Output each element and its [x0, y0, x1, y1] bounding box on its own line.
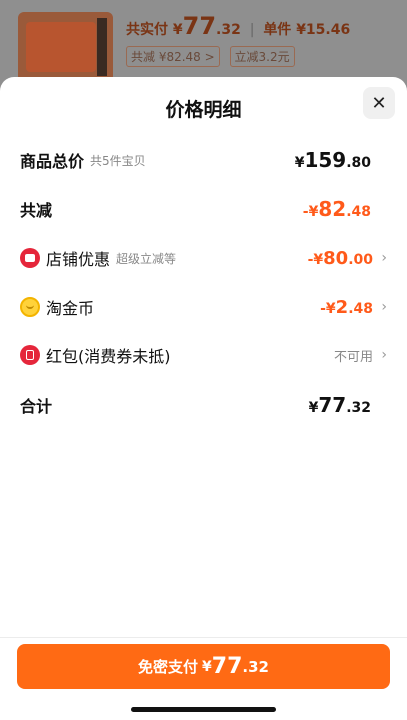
goods-total-value: ¥159.80: [294, 148, 371, 172]
close-icon: ✕: [371, 92, 387, 114]
red-packet-status: 不可用: [333, 349, 373, 365]
row-taojinbi[interactable]: 淘金币 -¥2.48 ›: [20, 292, 387, 322]
footer-divider: [0, 637, 407, 638]
coin-icon: [20, 297, 40, 317]
sum-value: ¥77.32: [308, 393, 371, 417]
chevron-right-icon: ›: [381, 347, 387, 363]
row-total-reduction: 共减 -¥82.48: [20, 197, 371, 221]
background-pay-summary: 共实付 ¥77.32 | 单件 ¥15.46: [126, 12, 351, 40]
coin-discount-value: -¥2.48: [320, 296, 373, 318]
shop-icon: [20, 248, 40, 268]
sheet-title: 价格明细: [165, 99, 242, 121]
red-packet-icon: [20, 345, 40, 365]
chevron-right-icon: ›: [381, 250, 387, 266]
row-goods-total: 商品总价 共5件宝贝 ¥159.80: [20, 148, 371, 172]
background-discount-tags: 共减 ¥82.48 > 立减3.2元: [126, 46, 301, 67]
home-indicator[interactable]: [131, 707, 276, 712]
shop-discount-value: -¥80.00: [307, 247, 373, 269]
row-red-packet[interactable]: 红包(消费券未抵) 不可用 ›: [20, 340, 387, 370]
total-reduction-value: -¥82.48: [302, 197, 371, 221]
password-free-pay-button[interactable]: 免密支付 ¥77.32: [17, 644, 390, 689]
close-button[interactable]: ✕: [363, 87, 395, 119]
chevron-right-icon: ›: [381, 299, 387, 315]
product-thumbnail: [18, 12, 113, 82]
row-shop-discount[interactable]: 店铺优惠 超级立减等 -¥80.00 ›: [20, 243, 387, 273]
price-detail-sheet: 价格明细 ✕ 商品总价 共5件宝贝 ¥159.80 共减 -¥82.48 店铺优…: [0, 77, 407, 720]
row-sum: 合计 ¥77.32: [20, 393, 371, 417]
